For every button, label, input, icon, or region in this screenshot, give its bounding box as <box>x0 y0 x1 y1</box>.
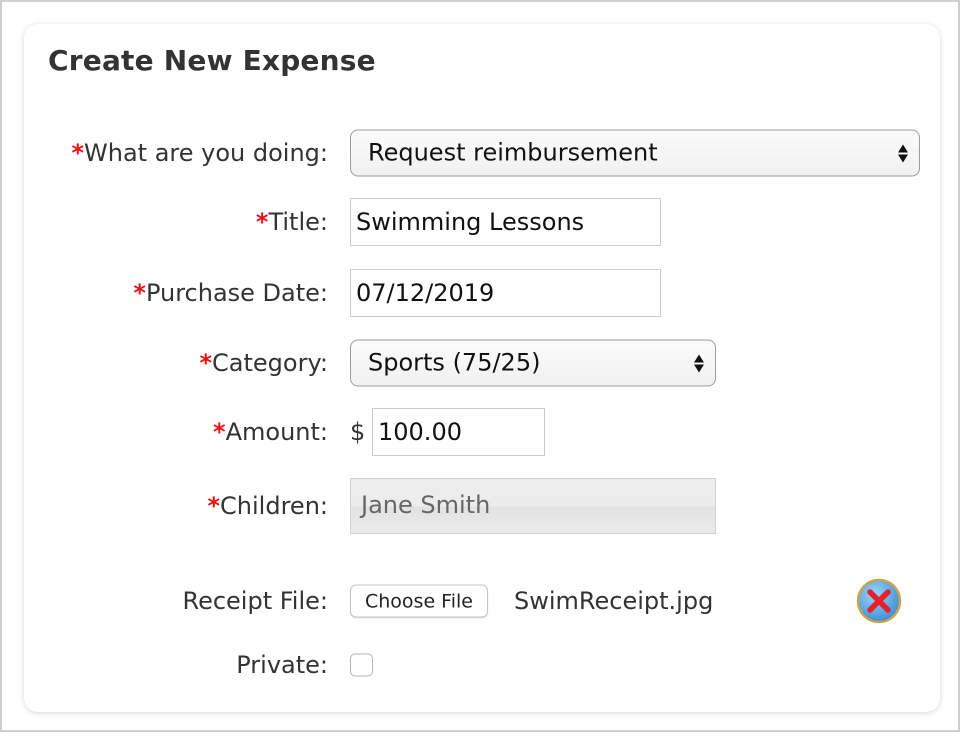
row-title: *Title: <box>24 198 940 246</box>
activity-select-value: Request reimbursement <box>368 138 658 167</box>
row-category: *Category: Sports (75/25) <box>24 339 940 387</box>
choose-file-button[interactable]: Choose File <box>350 584 488 618</box>
selected-file-name: SwimReceipt.jpg <box>514 587 714 615</box>
receipt-file-label: Receipt File: <box>182 587 328 615</box>
remove-file-icon[interactable] <box>856 578 902 624</box>
amount-input[interactable] <box>372 408 545 456</box>
select-arrows-icon <box>694 354 704 372</box>
category-label: *Category: <box>199 349 328 377</box>
required-marker: * <box>255 208 269 236</box>
row-children: *Children: Jane Smith <box>24 478 940 534</box>
select-arrows-icon <box>898 144 908 162</box>
category-select-value: Sports (75/25) <box>368 348 541 377</box>
purchase-date-input[interactable] <box>350 269 661 317</box>
required-marker: * <box>133 279 146 307</box>
title-label: *Title: <box>256 208 328 236</box>
row-activity: *What are you doing: Request reimburseme… <box>24 129 940 177</box>
row-private: Private: <box>24 641 940 689</box>
row-receipt-file: Receipt File: Choose File SwimReceipt.jp… <box>24 577 940 625</box>
required-marker: * <box>71 139 85 167</box>
required-marker: * <box>207 492 221 520</box>
activity-label: *What are you doing: <box>71 139 328 167</box>
required-marker: * <box>213 418 226 446</box>
title-input[interactable] <box>350 198 661 246</box>
row-amount: *Amount: $ <box>24 408 940 456</box>
purchase-date-label: *Purchase Date: <box>133 279 328 307</box>
required-marker: * <box>199 349 213 377</box>
create-expense-panel: Create New Expense *What are you doing: … <box>24 24 940 712</box>
children-label-text: Children: <box>220 492 328 520</box>
row-purchase-date: *Purchase Date: <box>24 269 940 317</box>
children-field[interactable]: Jane Smith <box>350 478 716 534</box>
children-label: *Children: <box>207 492 328 520</box>
category-label-text: Category: <box>212 349 328 377</box>
panel-title: Create New Expense <box>48 44 376 77</box>
activity-field-area: Request reimbursement <box>350 129 920 177</box>
amount-label-text: Amount: <box>225 418 328 446</box>
window-frame: Create New Expense *What are you doing: … <box>0 0 960 732</box>
private-label: Private: <box>236 651 328 679</box>
private-checkbox[interactable] <box>350 653 373 677</box>
purchase-date-label-text: Purchase Date: <box>145 279 328 307</box>
activity-label-text: What are you doing: <box>84 139 328 167</box>
category-select[interactable]: Sports (75/25) <box>350 339 716 387</box>
amount-label: *Amount: <box>213 418 328 446</box>
receipt-file-field-area: Choose File SwimReceipt.jpg <box>350 577 910 625</box>
title-label-text: Title: <box>268 208 328 236</box>
currency-symbol: $ <box>350 418 366 446</box>
activity-select[interactable]: Request reimbursement <box>350 129 920 177</box>
